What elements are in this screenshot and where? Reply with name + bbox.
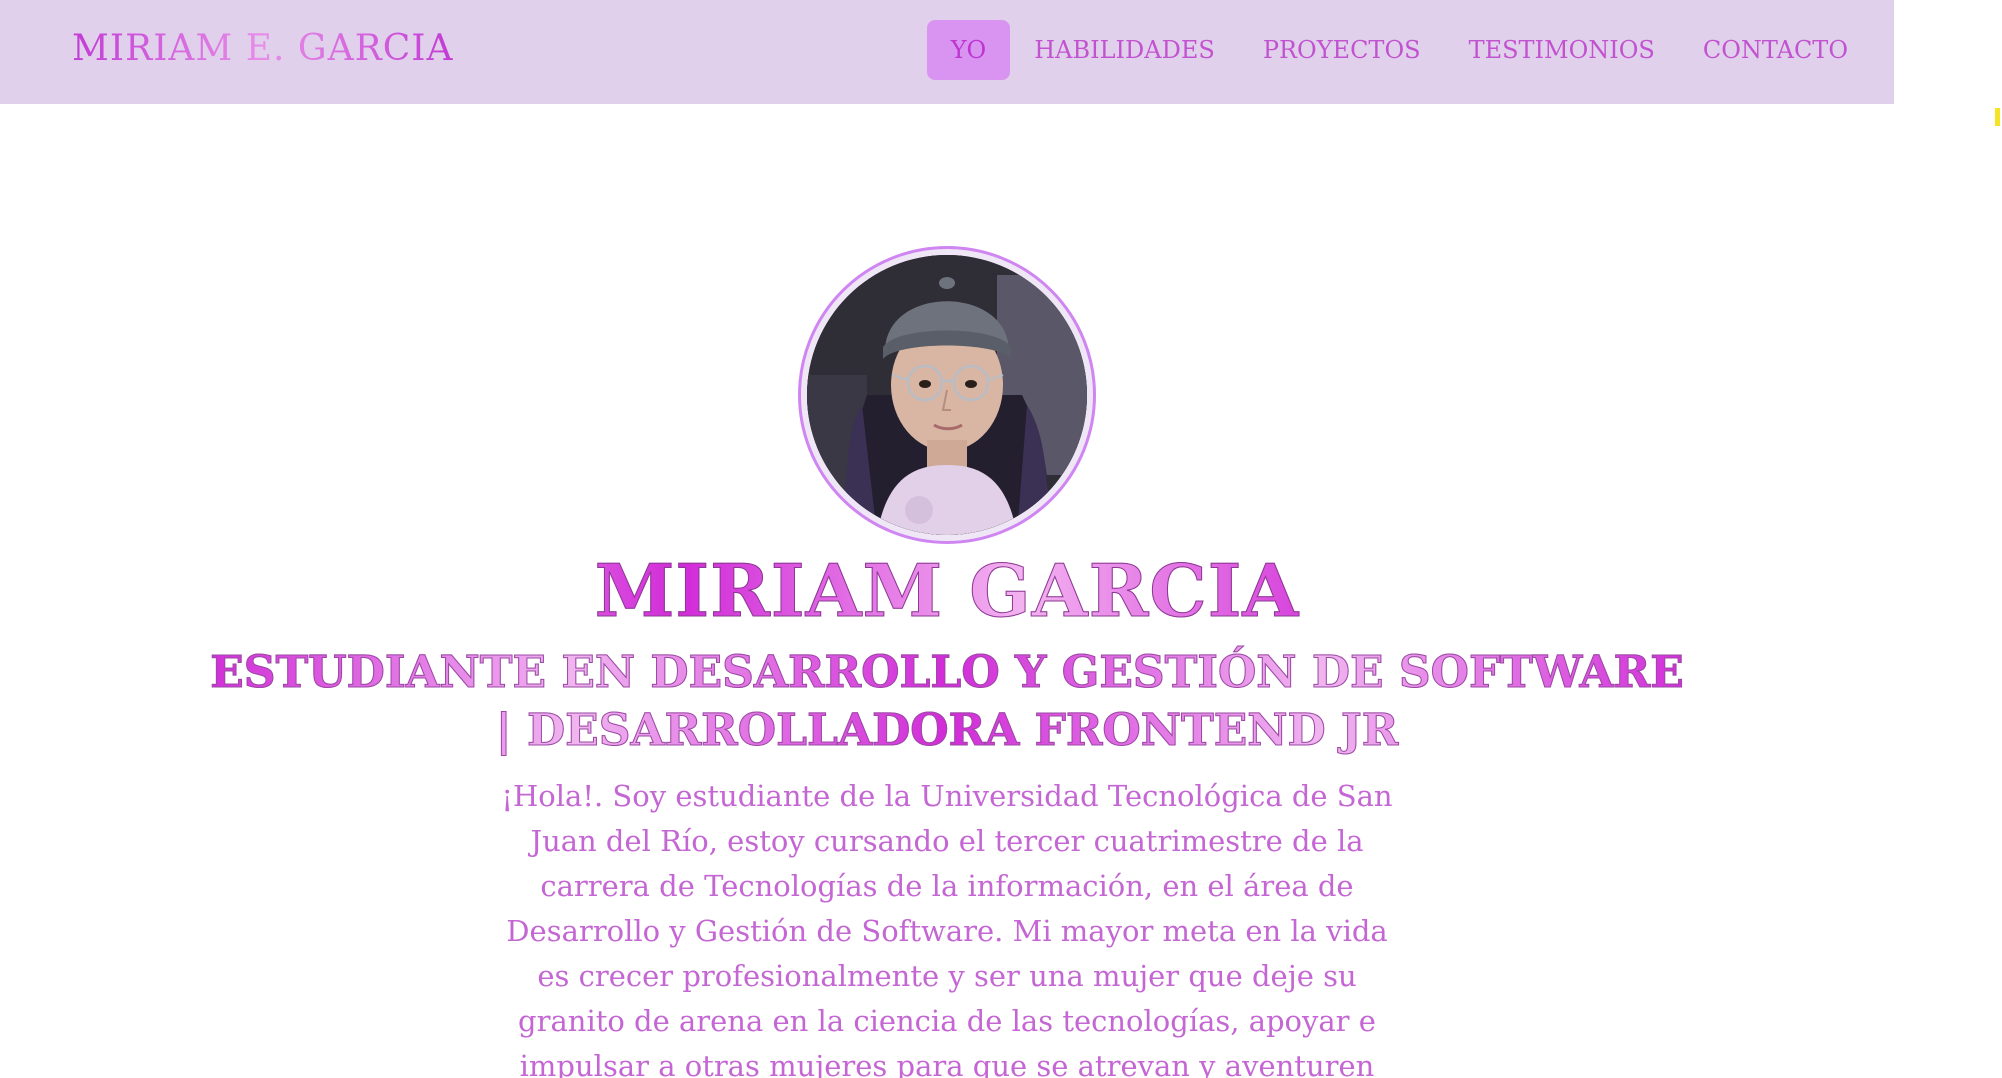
hero-name: MIRIAM GARCIA: [0, 548, 1894, 634]
nav-link-habilidades[interactable]: HABILIDADES: [1010, 20, 1239, 80]
profile-photo-illustration: [807, 255, 1087, 535]
profile-photo: [807, 255, 1087, 535]
avatar: [798, 246, 1096, 544]
nav-link-testimonios[interactable]: TESTIMONIOS: [1445, 20, 1679, 80]
nav-link-contacto[interactable]: CONTACTO: [1679, 20, 1872, 80]
nav-links: YO HABILIDADES PROYECTOS TESTIMONIOS CON…: [926, 20, 1872, 80]
nav-link-proyectos[interactable]: PROYECTOS: [1239, 20, 1445, 80]
hero-bio: ¡Hola!. Soy estudiante de la Universidad…: [501, 779, 1393, 1078]
brand-logo[interactable]: MIRIAM E. GARCIA: [72, 28, 454, 69]
nav-link-yo[interactable]: YO: [926, 20, 1011, 80]
page: MIRIAM E. GARCIA YO HABILIDADES PROYECTO…: [0, 0, 2002, 1078]
top-navbar: MIRIAM E. GARCIA YO HABILIDADES PROYECTO…: [0, 0, 1894, 104]
hero-role: ESTUDIANTE EN DESARROLLO Y GESTIÓN DE SO…: [200, 644, 1694, 760]
yellow-scroll-marker: [1995, 108, 2000, 126]
